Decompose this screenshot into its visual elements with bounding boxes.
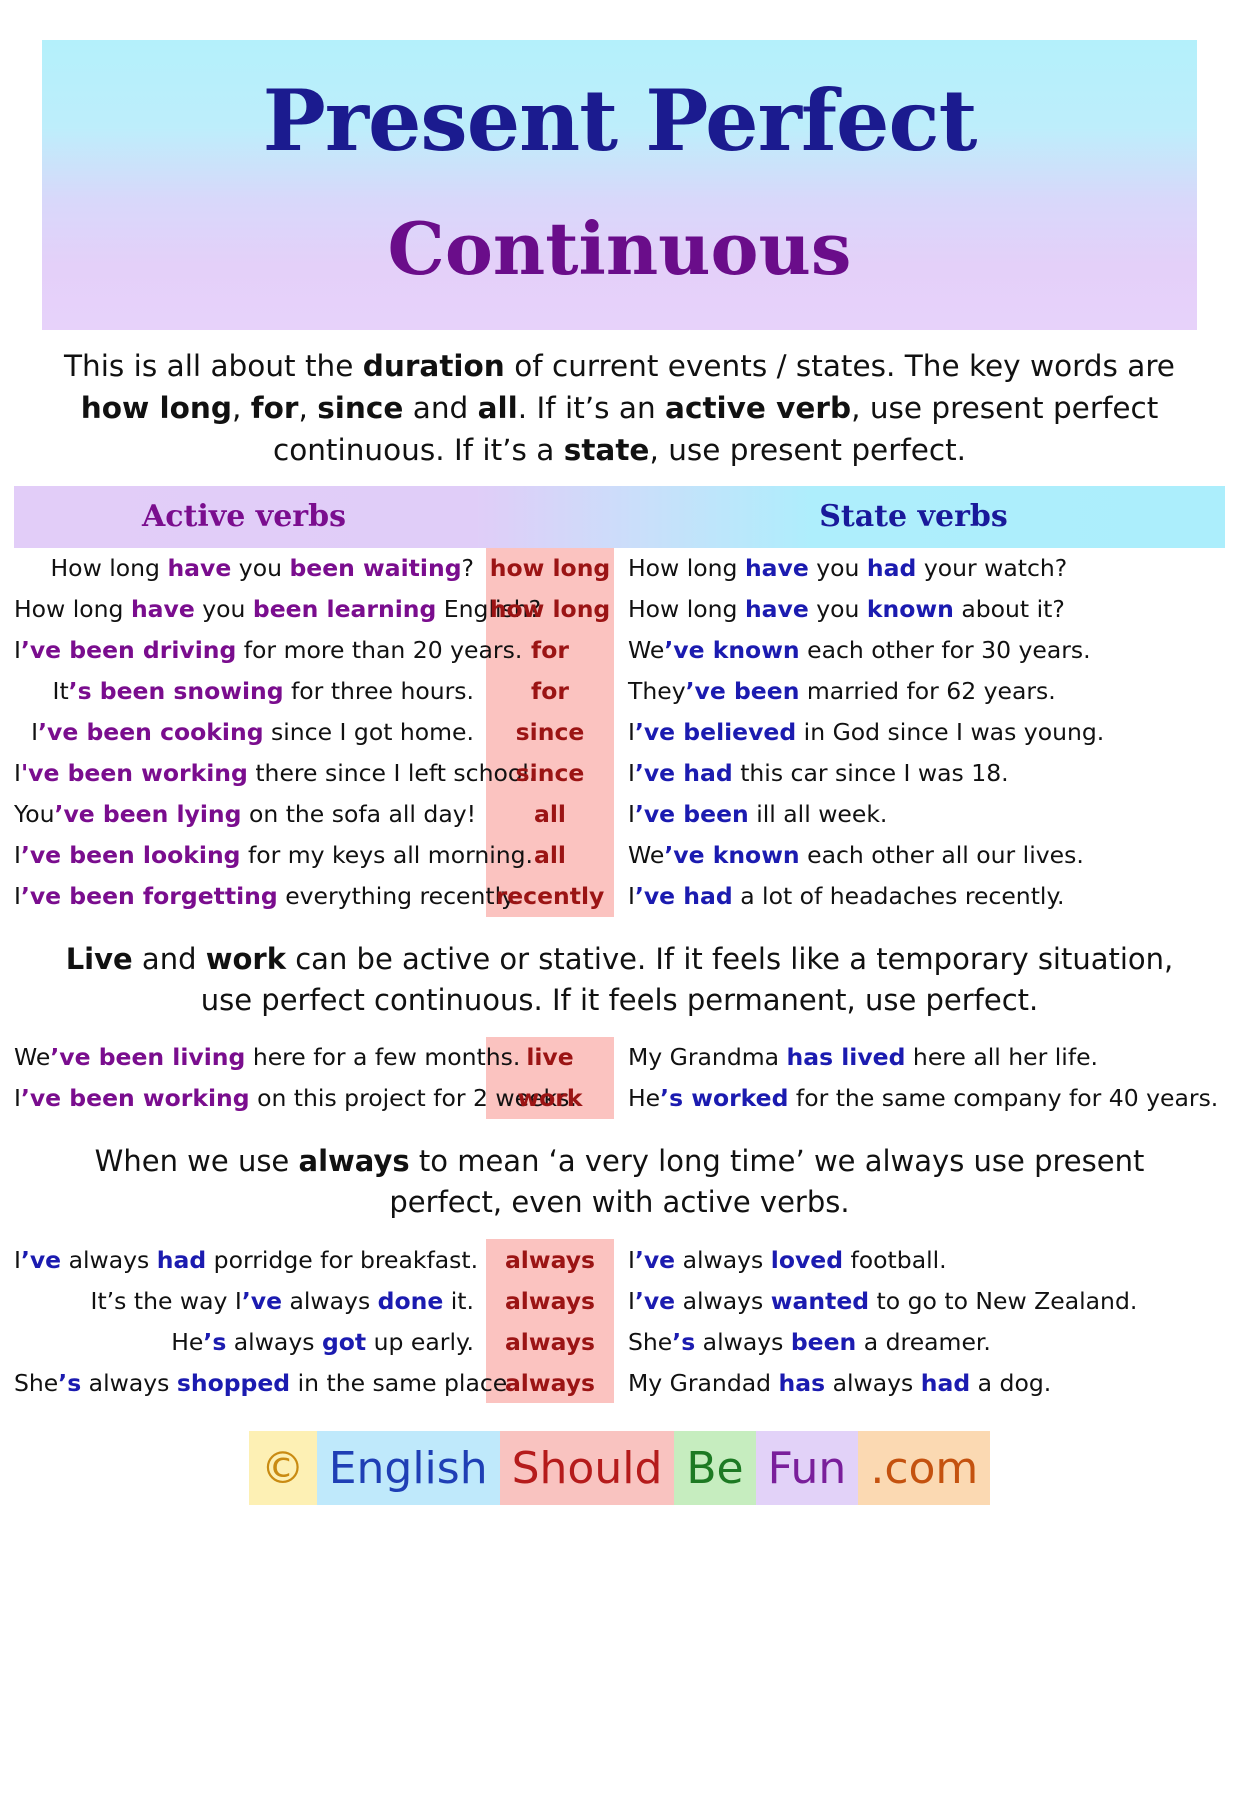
table-row: How long have you been waiting? how long H… (14, 547, 1225, 589)
cell-keyword: always (486, 1280, 614, 1322)
cell-state-verb-example: I’ve always loved football. (628, 1245, 947, 1274)
title-banner: Present Perfect Continuous (42, 40, 1197, 330)
cell-keyword: how long (486, 547, 614, 589)
table-row: You’ve been lying on the sofa all day! al… (14, 793, 1225, 835)
cell-active-verb-example: It’s the way I’ve always done it. (90, 1286, 474, 1315)
column-header-active: Active verbs (142, 499, 346, 535)
cell-state-verb-example: We’ve known each other all our lives. (628, 841, 1084, 870)
cell-state-verb-example: I’ve had a lot of headaches recently. (628, 882, 1065, 911)
table-row: It’s been snowing for three hours. for The… (14, 670, 1225, 712)
cell-keyword: recently (486, 875, 614, 917)
cell-keyword: all (486, 793, 614, 835)
cell-active-verb-example: You’ve been lying on the sofa all day! (14, 800, 477, 829)
logo-part-should: Should (499, 1431, 675, 1506)
table-row: I’ve been working on this project for 2 … (14, 1077, 1225, 1119)
table-row: I’ve been forgetting everything recently… (14, 875, 1225, 917)
cell-state-verb-example: I’ve been ill all week. (628, 800, 888, 829)
cell-state-verb-example: How long have you had your watch? (628, 554, 1068, 583)
cell-active-verb-example: I’ve been looking for my keys all mornin… (14, 841, 534, 870)
intro-paragraph: This is all about the duration of curren… (64, 349, 1175, 467)
cell-active-verb-example: I’ve been forgetting everything recently… (14, 882, 520, 911)
table-row: He’s always got up early. always She’s alw… (14, 1321, 1225, 1363)
cell-active-verb-example: It’s been snowing for three hours. (52, 677, 474, 706)
cell-keyword: how long (486, 588, 614, 630)
logo-part-english: English (316, 1431, 500, 1506)
cell-active-verb-example: I’ve been working on this project for 2 … (14, 1084, 577, 1113)
table-row: How long have you been learning English?… (14, 588, 1225, 630)
cell-keyword: always (486, 1239, 614, 1281)
cell-active-verb-example: How long have you been learning English? (14, 595, 542, 624)
cell-state-verb-example: He’s worked for the same company for 40 … (628, 1084, 1219, 1113)
cell-keyword: since (486, 711, 614, 753)
column-header-state: State verbs (819, 499, 1008, 535)
table-row: She’s always shopped in the same place. a… (14, 1362, 1225, 1404)
table-row: I’ve been cooking since I got home. since… (14, 711, 1225, 753)
table-row: It’s the way I’ve always done it. always I… (14, 1280, 1225, 1322)
table-main-examples: How long have you been waiting? how long H… (14, 547, 1225, 917)
cell-active-verb-example: She’s always shopped in the same place. (14, 1368, 515, 1397)
cell-state-verb-example: I’ve believed in God since I was young. (628, 718, 1105, 747)
table-always: I’ve always had porridge for breakfast. a… (14, 1239, 1225, 1404)
table-row: I've been working there since I left sch… (14, 752, 1225, 794)
column-header-bar: Active verbs State verbs (14, 485, 1225, 548)
cell-state-verb-example: My Grandma has lived here all her life. (628, 1043, 1099, 1072)
table-row: I’ve always had porridge for breakfast. a… (14, 1239, 1225, 1281)
cell-active-verb-example: I’ve been driving for more than 20 years… (14, 636, 523, 665)
cell-state-verb-example: I’ve had this car since I was 18. (628, 759, 1009, 788)
table-row: We’ve been living here for a few months.… (14, 1036, 1225, 1078)
cell-state-verb-example: They’ve been married for 62 years. (628, 677, 1056, 706)
table-row: I’ve been looking for my keys all mornin… (14, 834, 1225, 876)
cell-active-verb-example: I’ve been cooking since I got home. (31, 718, 474, 747)
paragraph-always: When we use always to mean ‘a very long … (94, 1143, 1145, 1220)
cell-active-verb-example: I've been working there since I left sch… (14, 759, 537, 788)
logo-part-be: Be (674, 1431, 756, 1506)
page-title-line1: Present Perfect (262, 71, 978, 171)
cell-keyword: always (486, 1362, 614, 1404)
site-logo[interactable]: © English Should Be Fun .com (248, 1431, 991, 1506)
copyright-icon: © (248, 1431, 317, 1506)
cell-active-verb-example: We’ve been living here for a few months. (14, 1043, 521, 1072)
cell-state-verb-example: How long have you known about it? (628, 595, 1065, 624)
table-live-work: We’ve been living here for a few months.… (14, 1036, 1225, 1119)
cell-state-verb-example: My Grandad has always had a dog. (628, 1368, 1052, 1397)
table-row: I’ve been driving for more than 20 years… (14, 629, 1225, 671)
cell-state-verb-example: She’s always been a dreamer. (628, 1327, 991, 1356)
cell-keyword: for (486, 670, 614, 712)
logo-part-com: .com (858, 1431, 991, 1506)
cell-active-verb-example: He’s always got up early. (171, 1327, 474, 1356)
paragraph-live-work: Live and work can be active or stative. … (65, 941, 1174, 1017)
cell-active-verb-example: How long have you been waiting? (50, 554, 474, 583)
cell-active-verb-example: I’ve always had porridge for breakfast. (14, 1245, 479, 1274)
cell-state-verb-example: We’ve known each other for 30 years. (628, 636, 1091, 665)
cell-keyword: always (486, 1321, 614, 1363)
footer: © English Should Be Fun .com (0, 1431, 1239, 1506)
logo-part-fun: Fun (755, 1431, 859, 1506)
worksheet-page: Present Perfect Continuous This is all a… (0, 40, 1239, 1794)
page-title-line2: Continuous (387, 206, 852, 292)
cell-state-verb-example: I’ve always wanted to go to New Zealand. (628, 1286, 1138, 1315)
